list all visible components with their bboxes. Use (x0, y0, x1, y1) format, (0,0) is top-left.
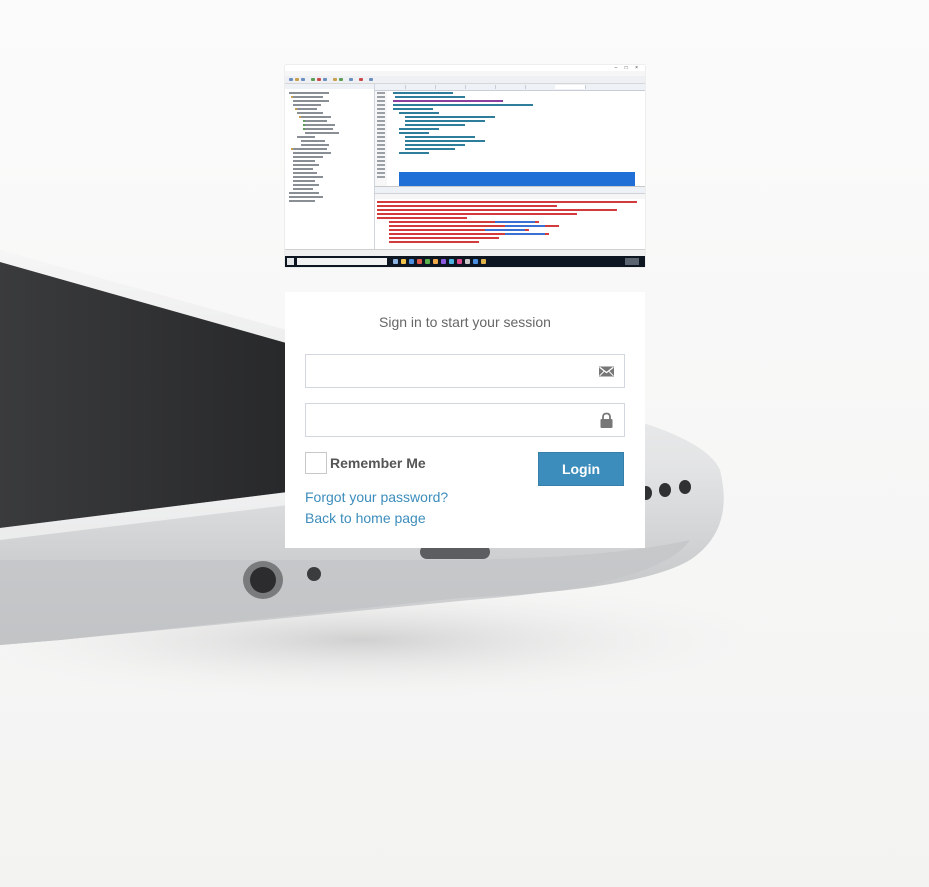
envelope-icon (598, 363, 615, 380)
logo-ide-screenshot: – □ × (285, 65, 645, 267)
back-to-home-link[interactable]: Back to home page (305, 510, 426, 526)
ide-console-toolbar (375, 194, 645, 199)
password-input[interactable] (306, 404, 606, 436)
remember-me-label: Remember Me (330, 455, 426, 471)
forgot-password-link[interactable]: Forgot your password? (305, 489, 448, 505)
windows-taskbar (285, 256, 645, 267)
email-field[interactable] (305, 354, 625, 388)
windows-start-icon (287, 258, 294, 265)
email-input[interactable] (306, 355, 606, 387)
remember-me-checkbox[interactable] (305, 452, 327, 474)
taskbar-clock (625, 258, 639, 265)
login-box-message: Sign in to start your session (379, 314, 551, 330)
ide-toolbar (285, 76, 645, 84)
ide-package-explorer (285, 84, 375, 254)
login-button[interactable]: Login (538, 452, 624, 486)
password-field[interactable] (305, 403, 625, 437)
ide-editor-tabs (375, 84, 645, 91)
lock-icon (598, 412, 615, 429)
ide-editor (375, 84, 645, 190)
taskbar-search-box (297, 258, 387, 265)
ide-console (375, 186, 645, 255)
login-box: Sign in to start your session Remember M… (285, 292, 645, 548)
ide-console-tabs (375, 187, 645, 194)
